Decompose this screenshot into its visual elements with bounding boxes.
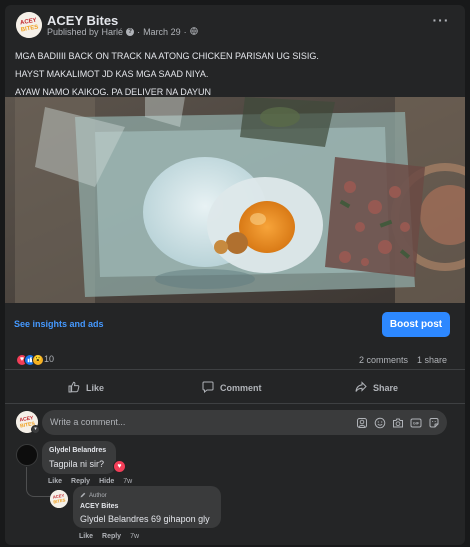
post-photo[interactable] [5,97,465,303]
comment-composer: ACEY BITES ▾ Write a comment... GIF [5,408,465,438]
boost-post-button[interactable]: Boost post [382,312,450,337]
author-badge: Author [80,492,107,500]
post-text: MGA BADIIII BACK ON TRACK NA ATONG CHICK… [15,47,455,101]
comment-button[interactable]: Comment [202,374,262,402]
reply-like-link[interactable]: Like [79,533,93,540]
globe-icon [189,27,198,37]
reply-reply-link[interactable]: Reply [102,533,121,540]
share-icon [355,381,367,395]
emoji-icon[interactable] [373,416,387,429]
sticker-icon[interactable] [427,416,441,429]
like-button[interactable]: Like [68,374,104,402]
post-header: ACEY BITES ACEY Bites Published by Harlé… [5,5,465,45]
comment-timestamp[interactable]: 7w [123,478,132,485]
comment-hide-link[interactable]: Hide [99,478,114,485]
post-line: HAYST MAKALIMOT JD KAS MGA SAAD NIYA. [15,69,209,79]
like-label: Like [86,383,105,393]
published-by-label: Published by [47,27,99,37]
more-icon[interactable]: ··· [431,13,451,31]
reply-item: ACEY BITES Author ACEY Bites Glydel Bela… [5,486,465,545]
reply-avatar[interactable]: ACEY BITES [50,490,68,508]
composer-tools: GIF [355,416,441,429]
gif-icon[interactable]: GIF [409,416,423,429]
comment-count[interactable]: 2 comments [359,355,408,365]
avatar-sticker-icon[interactable] [355,416,369,429]
insights-row: See insights and ads Boost post [5,303,465,345]
commenter-name[interactable]: Glydel Belandres [49,447,106,454]
share-label: Share [373,383,399,393]
reply-bubble: Author ACEY Bites Glydel Belandres 69 gi… [73,486,221,528]
comment-icon [202,381,214,395]
reply-timestamp[interactable]: 7w [130,533,139,540]
comment-text: Tagpila ni sir? [49,459,105,469]
thumbs-up-icon [68,381,80,395]
reply-actions: Like Reply 7w [79,533,139,540]
post-line: MGA BADIIII BACK ON TRACK NA ATONG CHICK… [15,51,319,61]
comment-input[interactable]: Write a comment... GIF [42,410,447,435]
page-name[interactable]: ACEY Bites [47,13,118,28]
info-icon[interactable]: ? [126,28,135,36]
separator-dot: · [137,27,141,37]
separator-dot: · [183,27,187,37]
comment-like-link[interactable]: Like [48,478,62,485]
chevron-down-icon[interactable]: ▾ [31,425,40,434]
reactions-summary: ♥ 😮 10 2 comments 1 share [5,350,465,370]
page-logo[interactable]: ACEY BITES [16,12,42,38]
post-meta: Published by Harlé ? · March 29 · [47,27,198,37]
heart-reaction-icon[interactable]: ♥ [113,460,126,473]
post-actions: Like Comment Share [5,374,465,404]
commenter-avatar[interactable] [16,444,38,466]
reply-text: Glydel Belandres 69 gihapon gly [80,514,210,524]
comment-reply-link[interactable]: Reply [71,478,90,485]
author-badge-label: Author [89,493,107,499]
post-author[interactable]: Harlé [102,27,124,37]
post-date[interactable]: March 29 [143,27,181,37]
wow-reaction-icon: 😮 [32,354,44,366]
share-button[interactable]: Share [355,374,398,402]
see-insights-link[interactable]: See insights and ads [14,319,104,329]
svg-text:GIF: GIF [413,421,420,425]
comment-bubble: Glydel Belandres Tagpila ni sir? [42,441,116,474]
reply-author-name[interactable]: ACEY Bites [80,503,118,510]
comment-actions: Like Reply Hide 7w [48,478,132,485]
pencil-icon [80,492,86,500]
post-card: ACEY BITES ACEY Bites Published by Harlé… [5,5,465,545]
share-count[interactable]: 1 share [417,355,447,365]
comment-placeholder: Write a comment... [50,417,126,427]
reaction-count[interactable]: 10 [44,354,54,364]
comment-label: Comment [220,383,262,393]
camera-icon[interactable] [391,416,405,429]
